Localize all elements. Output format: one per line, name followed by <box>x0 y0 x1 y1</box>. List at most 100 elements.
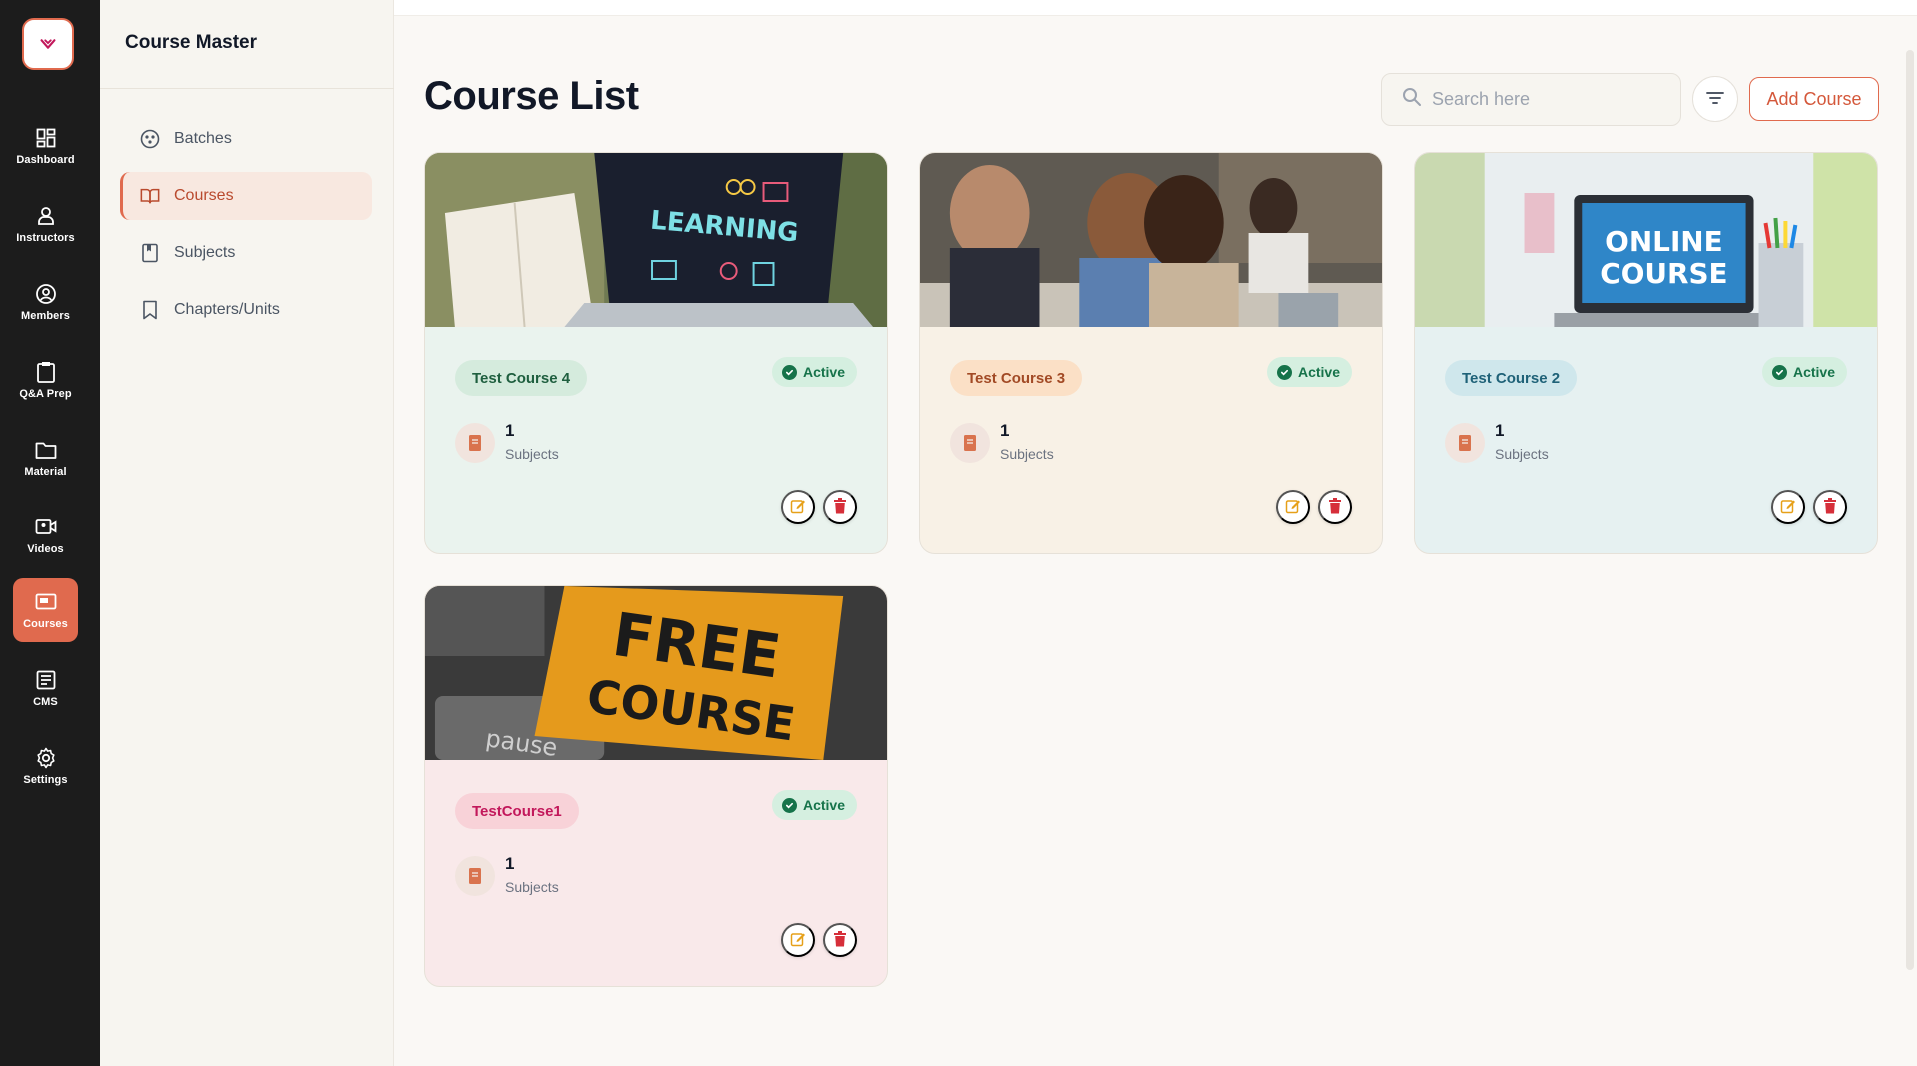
subject-count: 1 <box>505 421 515 440</box>
rail-label: Dashboard <box>16 153 75 166</box>
courses-icon <box>35 591 57 613</box>
dashboard-icon <box>35 127 57 149</box>
scrollbar[interactable] <box>1903 0 1917 1066</box>
rail-item-dashboard[interactable]: Dashboard <box>13 114 78 178</box>
user-circle-icon <box>35 283 57 305</box>
book-open-icon <box>140 186 160 206</box>
rail-item-qa-prep[interactable]: Q&A Prep <box>13 348 78 412</box>
search-box[interactable] <box>1381 73 1681 126</box>
rail-item-settings[interactable]: Settings <box>13 734 78 798</box>
edit-button[interactable] <box>1276 490 1310 524</box>
status-badge: Active <box>1266 357 1352 387</box>
course-name-tag: Test Course 3 <box>950 360 1083 396</box>
trash-icon <box>1328 497 1342 517</box>
add-course-button[interactable]: Add Course <box>1749 77 1879 121</box>
rail-item-videos[interactable]: Videos <box>13 503 78 567</box>
course-name-tag: Test Course 4 <box>455 360 588 396</box>
subnav-label: Batches <box>174 130 232 147</box>
subnav-item-subjects[interactable]: Subjects <box>120 229 372 277</box>
rail-item-material[interactable]: Material <box>13 426 78 490</box>
rail-label: Members <box>21 309 70 322</box>
subject-label: Subjects <box>505 446 559 462</box>
scrollbar-thumb[interactable] <box>1906 50 1914 970</box>
edit-button[interactable] <box>1771 490 1805 524</box>
app-logo[interactable] <box>22 18 74 70</box>
subject-book-icon <box>1445 423 1485 463</box>
subject-label: Subjects <box>1495 446 1549 462</box>
trash-icon <box>1823 497 1837 517</box>
check-icon <box>781 364 797 380</box>
logo-heart-icon <box>40 39 56 49</box>
subject-book-icon <box>455 856 495 896</box>
check-icon <box>1276 364 1292 380</box>
check-icon <box>1771 364 1787 380</box>
video-icon <box>35 516 57 538</box>
edit-icon <box>790 931 806 950</box>
search-icon <box>1402 87 1422 112</box>
subnav-label: Courses <box>174 187 234 204</box>
rail-label: CMS <box>33 695 58 708</box>
svg-text:ONLINE: ONLINE <box>1605 225 1722 258</box>
subnav-item-courses[interactable]: Courses <box>120 172 372 220</box>
status-badge: Active <box>771 790 857 820</box>
status-badge: Active <box>1761 357 1847 387</box>
edit-icon <box>1780 498 1796 517</box>
rail-label: Instructors <box>16 231 75 244</box>
status-badge: Active <box>771 357 857 387</box>
batches-icon <box>140 129 160 149</box>
subnav-label: Subjects <box>174 244 236 261</box>
rail-item-cms[interactable]: CMS <box>13 656 78 720</box>
subject-label: Subjects <box>1000 446 1054 462</box>
subnav-item-batches[interactable]: Batches <box>120 115 372 163</box>
rail-item-members[interactable]: Members <box>13 270 78 334</box>
delete-button[interactable] <box>823 490 857 524</box>
icon-rail: Dashboard Instructors Members Q&A Prep M… <box>0 0 100 1066</box>
rail-label: Videos <box>27 542 64 555</box>
rail-item-instructors[interactable]: Instructors <box>13 192 78 256</box>
subject-count: 1 <box>505 854 515 873</box>
trash-icon <box>833 497 847 517</box>
subject-book-icon <box>950 423 990 463</box>
rail-label: Courses <box>23 617 68 630</box>
person-icon <box>35 205 57 227</box>
bookmark-icon <box>140 300 160 320</box>
course-name-tag: TestCourse1 <box>455 793 579 829</box>
subject-label: Subjects <box>505 879 559 895</box>
course-card[interactable]: ONLINE COURSE Test Course 2 Active 1 Sub… <box>1414 152 1878 554</box>
course-thumbnail: LEARNING <box>425 153 887 327</box>
subnav-item-chapters-units[interactable]: Chapters/Units <box>120 286 372 334</box>
edit-icon <box>1285 498 1301 517</box>
check-icon <box>781 797 797 813</box>
delete-button[interactable] <box>1318 490 1352 524</box>
cms-icon <box>35 669 57 691</box>
svg-text:COURSE: COURSE <box>1600 257 1727 290</box>
status-label: Active <box>1297 364 1340 380</box>
edit-button[interactable] <box>781 923 815 957</box>
subnav-label: Chapters/Units <box>174 301 280 318</box>
top-bar <box>394 0 1917 16</box>
filter-button[interactable] <box>1692 76 1738 122</box>
page-title: Course List <box>424 74 639 118</box>
folder-icon <box>35 439 57 461</box>
rail-label: Settings <box>23 773 68 786</box>
clipboard-icon <box>35 361 57 383</box>
delete-button[interactable] <box>823 923 857 957</box>
course-thumbnail: pause FREE COURSE <box>425 586 887 760</box>
status-label: Active <box>802 364 845 380</box>
status-label: Active <box>1792 364 1835 380</box>
rail-label: Material <box>24 465 67 478</box>
course-thumbnail: ONLINE COURSE <box>1415 153 1877 327</box>
course-card[interactable]: pause FREE COURSE TestCourse1 Active 1 S… <box>424 585 888 987</box>
delete-button[interactable] <box>1813 490 1847 524</box>
rail-item-courses[interactable]: Courses <box>13 578 78 642</box>
course-card[interactable]: LEARNING Test Course 4 Active 1 Subjects <box>424 152 888 554</box>
edit-button[interactable] <box>781 490 815 524</box>
course-card[interactable]: Test Course 3 Active 1 Subjects <box>919 152 1383 554</box>
divider <box>100 88 394 89</box>
secondary-nav: Course Master Batches Courses Subjects C… <box>100 0 394 1066</box>
search-input[interactable] <box>1432 89 1672 110</box>
filter-icon <box>1706 91 1724 108</box>
rail-label: Q&A Prep <box>19 387 72 400</box>
course-name-tag: Test Course 2 <box>1445 360 1578 396</box>
gear-icon <box>35 747 57 769</box>
